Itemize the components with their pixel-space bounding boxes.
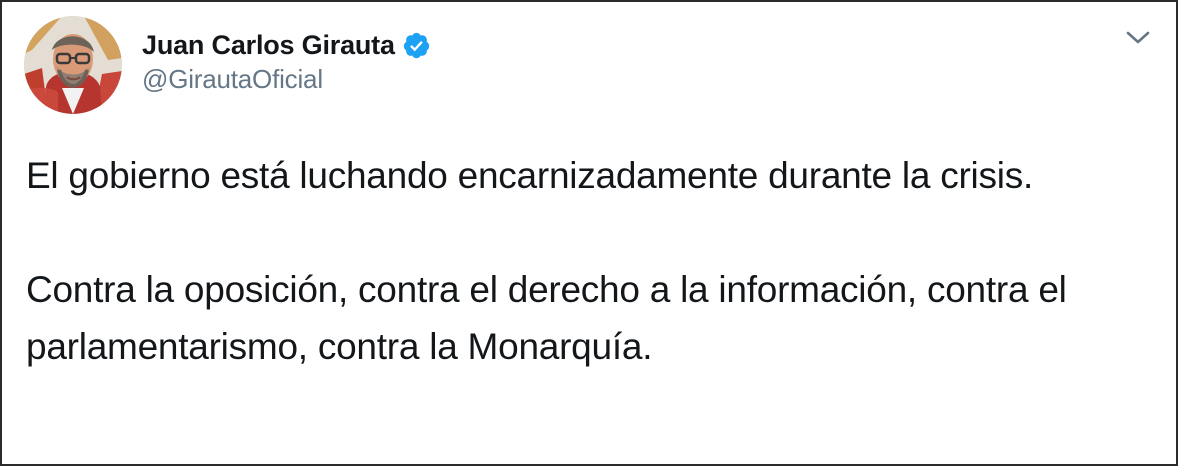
tweet-paragraph-2: Contra la oposición, contra el derecho a… xyxy=(26,269,1067,367)
author-handle[interactable]: @GirautaOficial xyxy=(142,64,431,95)
verified-badge-icon xyxy=(402,31,431,60)
avatar-image xyxy=(24,16,122,114)
author-name-row: Juan Carlos Girauta xyxy=(142,26,431,64)
tweet-paragraph-1: El gobierno está luchando encarnizadamen… xyxy=(26,155,1033,196)
author-display-name[interactable]: Juan Carlos Girauta xyxy=(142,30,395,61)
tweet-author-info: Juan Carlos Girauta @GirautaOficial xyxy=(142,26,431,95)
paragraph-spacing xyxy=(26,204,1151,261)
chevron-down-icon[interactable] xyxy=(1124,26,1152,50)
tweet-text: El gobierno está luchando encarnizadamen… xyxy=(26,147,1151,375)
tweet-card: Juan Carlos Girauta @GirautaOficial El g… xyxy=(0,0,1178,466)
avatar[interactable] xyxy=(24,16,122,114)
tweet-header: Juan Carlos Girauta @GirautaOficial xyxy=(24,16,1156,116)
